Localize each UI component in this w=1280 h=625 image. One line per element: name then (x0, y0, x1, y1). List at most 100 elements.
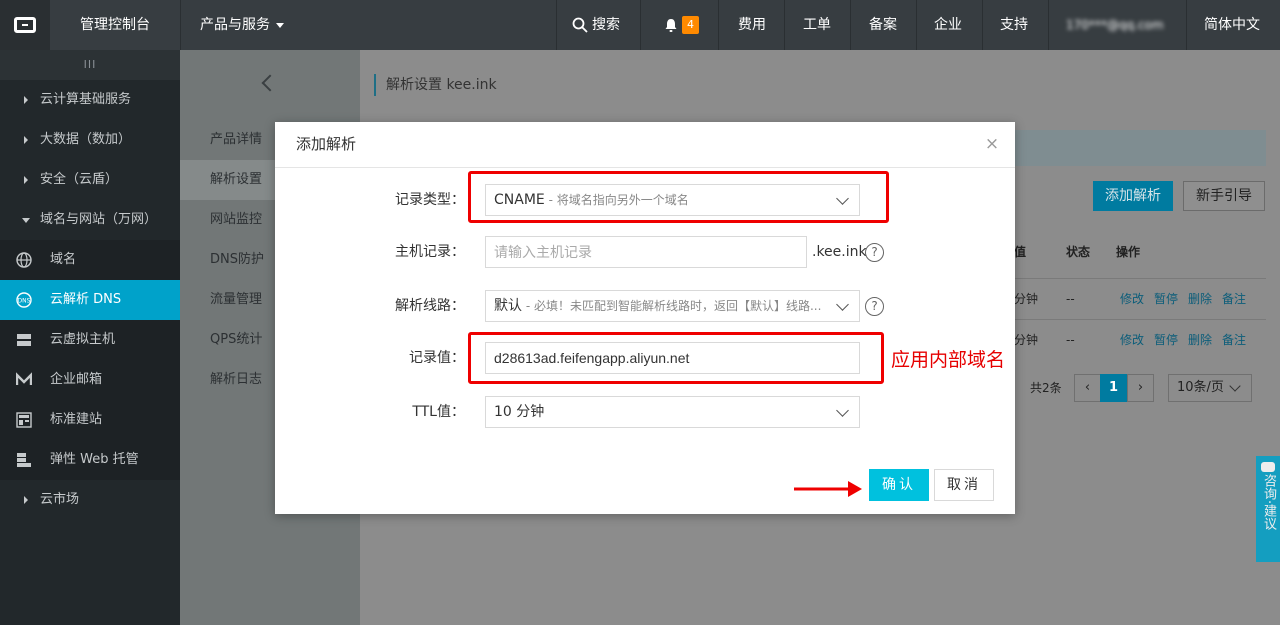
sidebar-item-label: 弹性 Web 托管 (50, 452, 139, 467)
resolve-line-select[interactable]: 默认 - 必填！未匹配到智能解析线路时，返回【默认】线路... (485, 290, 860, 322)
products-menu[interactable]: 产品与服务 (200, 0, 284, 50)
guide-button[interactable]: 新手引导 (1183, 181, 1265, 211)
sidebar-group-label: 安全（云盾） (40, 172, 119, 187)
column-header-value: 值 (1014, 245, 1027, 259)
delete-link[interactable]: 删除 (1188, 292, 1212, 306)
sidebar-group-security[interactable]: 安全（云盾） (0, 160, 180, 200)
help-icon[interactable]: ? (865, 297, 884, 316)
enterprise-link[interactable]: 企业 (934, 0, 962, 50)
notification-count-badge: 4 (682, 16, 699, 34)
next-page-button[interactable]: › (1127, 374, 1154, 402)
divider (1186, 0, 1187, 50)
ttl-label: TTL值： (412, 404, 465, 420)
logo-icon (14, 17, 36, 33)
sidebar-group-cloud-basic[interactable]: 云计算基础服务 (0, 80, 180, 120)
aliyun-logo[interactable] (0, 0, 50, 50)
sidebar-group-domain-web[interactable]: 域名与网站（万网） (0, 200, 180, 240)
highlight-box-record-value (468, 332, 884, 384)
sidebar-group-bigdata[interactable]: 大数据（数加） (0, 120, 180, 160)
caret-right-icon (24, 496, 28, 504)
edit-link[interactable]: 修改 (1120, 333, 1144, 347)
left-sidebar: III 云计算基础服务 大数据（数加） 安全（云盾） 域名与网站（万网） 域名 … (0, 50, 180, 625)
dialog-title: 添加解析 (296, 135, 357, 153)
pause-link[interactable]: 暂停 (1154, 333, 1178, 347)
divider (1048, 0, 1049, 50)
support-link[interactable]: 支持 (1000, 0, 1028, 50)
sidebar-item-label: 云解析 DNS (50, 292, 122, 307)
console-link[interactable]: 管理控制台 (80, 0, 150, 50)
chevron-left-icon (261, 74, 279, 92)
help-icon[interactable]: ? (865, 243, 884, 262)
chevron-down-icon (1229, 380, 1241, 392)
remark-link[interactable]: 备注 (1222, 333, 1246, 347)
add-record-button[interactable]: 添加解析 (1093, 181, 1173, 211)
dns-icon: DNS (16, 292, 32, 308)
ticket-link[interactable]: 工单 (803, 0, 831, 50)
delete-link[interactable]: 删除 (1188, 333, 1212, 347)
divider (180, 0, 181, 50)
confirm-button[interactable]: 确认 (869, 469, 929, 501)
remark-link[interactable]: 备注 (1222, 292, 1246, 306)
sidebar-collapse-handle[interactable]: III (0, 50, 180, 80)
dialog-header: 添加解析 × (275, 122, 1015, 168)
ttl-value: 10 分钟 (494, 404, 545, 420)
cancel-button[interactable]: 取消 (934, 469, 994, 501)
beian-link[interactable]: 备案 (869, 0, 897, 50)
sidebar-item-site-builder[interactable]: 标准建站 (0, 400, 180, 440)
divider (556, 0, 557, 50)
annotation-note: 应用内部域名 (891, 349, 1006, 371)
sidebar-item-dns[interactable]: DNS 云解析 DNS (0, 280, 180, 320)
column-header-status: 状态 (1066, 245, 1091, 259)
page-size-select[interactable]: 10条/页 (1168, 374, 1252, 402)
status-cell: -- (1066, 333, 1075, 347)
server-icon (17, 334, 31, 346)
page-title: 解析设置 kee.ink (374, 74, 497, 96)
sidebar-item-domain[interactable]: 域名 (0, 240, 180, 280)
pause-link[interactable]: 暂停 (1154, 292, 1178, 306)
column-header-actions: 操作 (1116, 245, 1141, 259)
page-number-button[interactable]: 1 (1100, 374, 1127, 402)
sidebar-item-web-hosting[interactable]: 弹性 Web 托管 (0, 440, 180, 480)
feedback-tab[interactable]: 咨询·建议 (1256, 456, 1280, 562)
chat-icon (1261, 462, 1275, 472)
sidebar-item-mail[interactable]: 企业邮箱 (0, 360, 180, 400)
sidebar-group-label: 域名与网站（万网） (40, 212, 158, 227)
close-icon[interactable]: × (983, 134, 1001, 154)
billing-link[interactable]: 费用 (738, 0, 766, 50)
record-type-label: 记录类型： (395, 192, 465, 208)
bell-icon (665, 18, 677, 32)
divider (718, 0, 719, 50)
total-count: 共2条 (1030, 381, 1062, 395)
collapse-subnav-button[interactable] (180, 50, 360, 118)
search-button[interactable]: 搜索 (572, 0, 620, 50)
notifications-button[interactable]: 4 (664, 0, 699, 50)
actions-cell: 修改 暂停 删除 备注 (1120, 279, 1256, 319)
ttl-cell: 分钟 (1014, 333, 1039, 347)
host-record-input[interactable] (485, 236, 807, 268)
caret-right-icon (24, 176, 28, 184)
chevron-down-icon (836, 298, 849, 311)
language-switch[interactable]: 简体中文 (1204, 0, 1260, 50)
prev-page-button[interactable]: ‹ (1074, 374, 1101, 402)
ttl-select[interactable]: 10 分钟 (485, 396, 860, 428)
chevron-down-icon (276, 22, 284, 28)
sidebar-group-label: 大数据（数加） (40, 132, 132, 147)
status-cell: -- (1066, 292, 1075, 306)
sidebar-item-label: 标准建站 (50, 412, 103, 427)
sidebar-group-label: 云计算基础服务 (40, 92, 132, 107)
hosting-icon (17, 453, 31, 467)
chevron-right-icon: › (1137, 380, 1144, 395)
domain-suffix: .kee.ink (812, 244, 867, 260)
caret-right-icon (24, 136, 28, 144)
edit-link[interactable]: 修改 (1120, 292, 1144, 306)
site-icon (16, 412, 32, 428)
search-label: 搜索 (592, 17, 620, 33)
divider (640, 0, 641, 50)
chevron-down-icon (836, 404, 849, 417)
actions-cell: 修改 暂停 删除 备注 (1120, 320, 1256, 360)
account-menu[interactable]: 170***@qq.com (1066, 0, 1164, 50)
mail-icon (16, 372, 32, 385)
sidebar-item-virtual-host[interactable]: 云虚拟主机 (0, 320, 180, 360)
resolve-line-hint: - 必填！未匹配到智能解析线路时，返回【默认】线路... (522, 299, 822, 313)
sidebar-group-market[interactable]: 云市场 (0, 480, 180, 520)
